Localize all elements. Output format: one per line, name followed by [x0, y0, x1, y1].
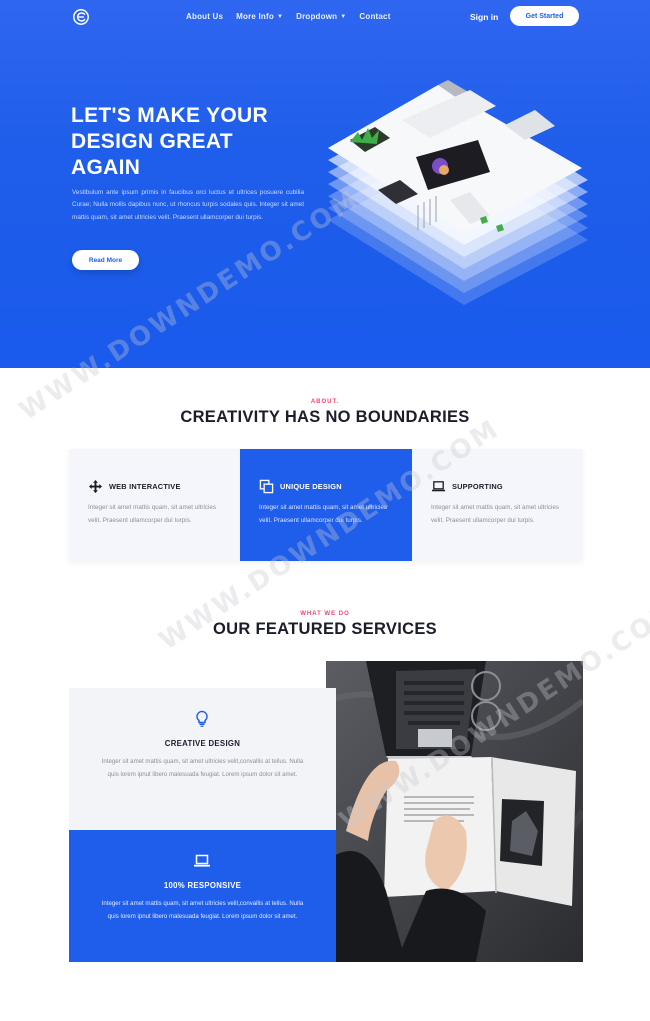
hero-isometric-illustration [328, 80, 588, 305]
nav-link-label: Contact [359, 12, 391, 21]
service-card-creative-design[interactable]: CREATIVE DESIGN Integer sit amet mattis … [69, 688, 336, 830]
read-more-button[interactable]: Read More [72, 250, 139, 270]
nav-link-label: Dropdown [296, 12, 338, 21]
feature-card-supporting[interactable]: SUPPORTING Integer sit amet mattis quam,… [412, 449, 583, 561]
nav-link-contact[interactable]: Contact [359, 12, 390, 21]
hero-description: Vestibulum ante ipsum primis in faucibus… [72, 189, 304, 221]
feature-title: WEB INTERACTIVE [109, 482, 181, 491]
service-description: Integer sit amet mattis quam, sit amet u… [101, 758, 304, 778]
feature-title: UNIQUE DESIGN [280, 482, 342, 491]
about-kicker: ABOUT. [310, 399, 340, 405]
about-title: CREATIVITY HAS NO BOUNDARIES [180, 408, 470, 426]
services-kicker: WHAT WE DO [300, 611, 350, 617]
nav-link-more-info[interactable]: More Info ▼ [236, 12, 283, 21]
layers-icon [259, 479, 274, 494]
top-navbar: About Us More Info ▼ Dropdown ▼ Contact Si… [0, 0, 650, 34]
services-title: OUR FEATURED SERVICES [213, 620, 437, 638]
move-icon [88, 479, 103, 494]
get-started-button[interactable]: Get Started [510, 6, 579, 26]
chevron-down-icon: ▼ [340, 13, 347, 20]
nav-link-label: About Us [186, 12, 224, 21]
hero-title-line: DESIGN GREAT [71, 130, 233, 153]
feature-description: Integer sit amet mattis quam, sit amet u… [431, 504, 560, 524]
sign-in-link[interactable]: Sign in [470, 12, 498, 22]
feature-card-unique-design[interactable]: UNIQUE DESIGN Integer sit amet mattis qu… [240, 449, 412, 561]
laptop-icon [431, 481, 446, 492]
service-card-responsive[interactable]: 100% RESPONSIVE Integer sit amet mattis … [69, 830, 336, 962]
feature-description: Integer sit amet mattis quam, sit amet u… [88, 504, 217, 524]
nav-link-label: More Info [236, 12, 274, 21]
feature-header: WEB INTERACTIVE [88, 479, 181, 494]
service-title: CREATIVE DESIGN [164, 739, 241, 748]
lightbulb-icon [196, 710, 208, 727]
feature-title: SUPPORTING [452, 482, 503, 491]
laptop-icon [194, 854, 210, 867]
nav-link-about-us[interactable]: About Us [186, 12, 223, 21]
hero-section: About Us More Info ▼ Dropdown ▼ Contact Si… [0, 0, 650, 368]
hero-title: LET'S MAKE YOUR DESIGN GREAT AGAIN [71, 103, 311, 181]
hero-title-line: AGAIN [71, 156, 141, 179]
feature-card-web-interactive[interactable]: WEB INTERACTIVE Integer sit amet mattis … [69, 449, 240, 561]
feature-header: UNIQUE DESIGN [259, 479, 342, 494]
nav-link-dropdown[interactable]: Dropdown ▼ [296, 12, 346, 21]
feature-cards: WEB INTERACTIVE Integer sit amet mattis … [69, 449, 583, 561]
nav-menu: About Us More Info ▼ Dropdown ▼ Contact [186, 12, 404, 21]
feature-header: SUPPORTING [431, 479, 503, 494]
person-reading-book-image [326, 661, 583, 962]
feature-description: Integer sit amet mattis quam, sit amet u… [259, 504, 388, 524]
chevron-down-icon: ▼ [276, 13, 284, 20]
service-title: 100% RESPONSIVE [163, 881, 242, 890]
service-description: Integer sit amet mattis quam, sit amet u… [101, 900, 304, 920]
brand-logo-icon[interactable] [72, 8, 90, 26]
hero-title-line: LET'S MAKE YOUR [71, 104, 268, 127]
services-photo [326, 661, 583, 962]
